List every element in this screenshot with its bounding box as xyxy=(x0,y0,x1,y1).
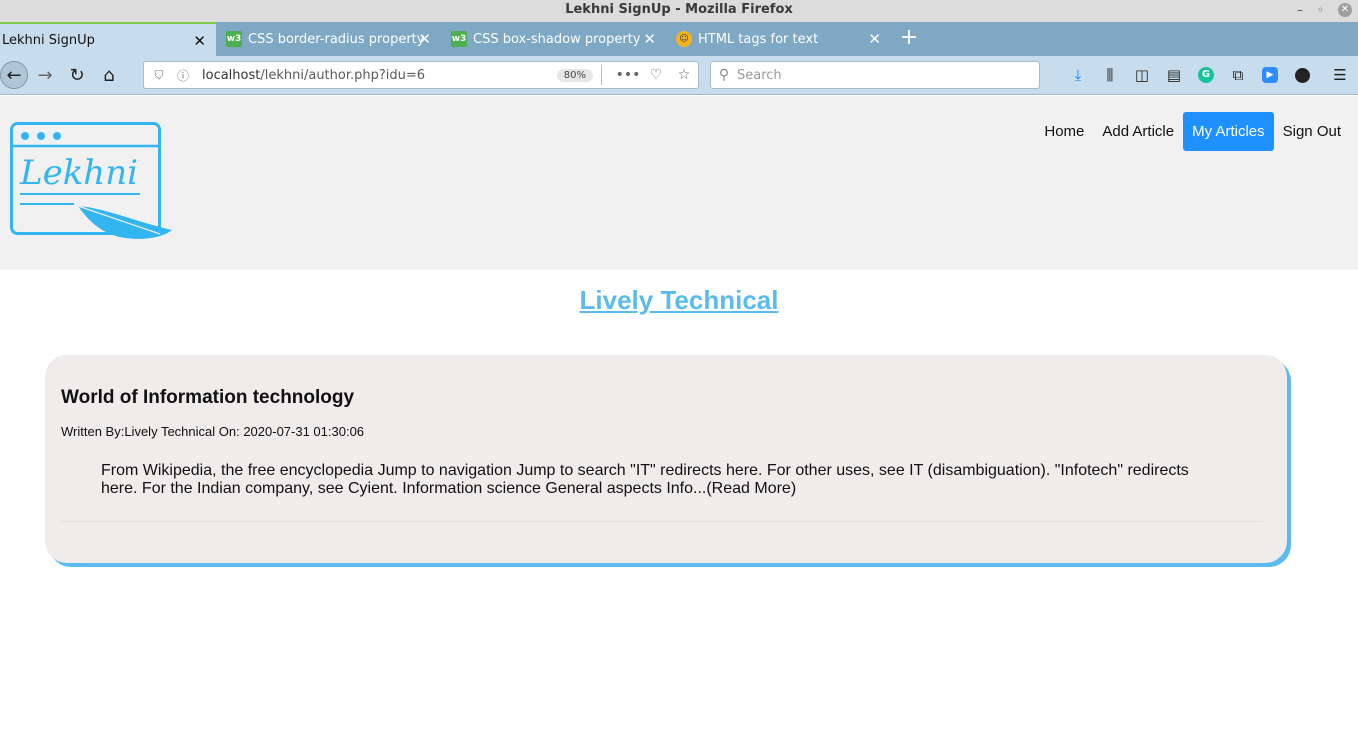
nav-home-link[interactable]: Home xyxy=(1035,112,1093,151)
tab-close-icon[interactable]: ✕ xyxy=(418,30,431,48)
nav-sign-out-link[interactable]: Sign Out xyxy=(1274,112,1350,151)
url-separator xyxy=(601,65,602,85)
tab-close-icon[interactable]: ✕ xyxy=(868,30,881,48)
home-icon: ⌂ xyxy=(103,64,115,86)
home-button[interactable]: ⌂ xyxy=(96,62,122,88)
site-info-icon[interactable]: ⓘ xyxy=(174,67,192,84)
article-divider xyxy=(61,521,1263,522)
url-bar[interactable]: ⛉ ⓘ localhost/lekhni/author.php?idu=6 80… xyxy=(143,61,699,89)
bookmark-star-icon[interactable]: ☆ xyxy=(670,67,698,83)
top-navigation: Home Add Article My Articles Sign Out xyxy=(1035,112,1350,151)
nav-my-articles-link[interactable]: My Articles xyxy=(1183,112,1274,151)
library-icon[interactable]: ⫼ xyxy=(1094,62,1126,88)
new-tab-button[interactable]: + xyxy=(898,22,920,56)
pocket-icon[interactable]: ♡ xyxy=(642,67,670,83)
author-heading: Lively Technical xyxy=(0,285,1358,316)
toolbar-icons: ⤓ ⫼ ◫ ▤ G ⧉ ▶ ☰ xyxy=(1062,62,1347,88)
grammarly-icon[interactable]: G xyxy=(1190,62,1222,88)
nav-add-article-link[interactable]: Add Article xyxy=(1093,112,1183,151)
reload-icon: ↻ xyxy=(69,64,85,86)
zoom-app-icon[interactable]: ▶ xyxy=(1254,62,1286,88)
author-name-link[interactable]: Lively Technical xyxy=(580,285,779,315)
account-icon[interactable] xyxy=(1286,62,1318,88)
tab-lekhni-signup[interactable]: Lekhni SignUp ✕ xyxy=(0,22,216,56)
tracking-shield-icon[interactable]: ⛉ xyxy=(150,68,168,83)
w3schools-favicon-icon: w3 xyxy=(226,31,242,47)
logo-wordmark: Lekhni xyxy=(19,153,138,193)
tab-label: HTML tags for text xyxy=(698,31,819,47)
face-favicon-icon: ☺ xyxy=(676,31,692,47)
article-card: World of Information technology Written … xyxy=(45,355,1287,563)
window-controls: – ◦ ✕ xyxy=(1297,0,1352,20)
url-host: localhost xyxy=(202,67,261,83)
tab-label: CSS box-shadow property xyxy=(473,31,641,47)
search-icon: ⚲ xyxy=(718,67,730,83)
tab-close-icon[interactable]: ✕ xyxy=(193,32,206,50)
tab-close-icon[interactable]: ✕ xyxy=(643,30,656,48)
tab-html-tags-for-text[interactable]: ☺ HTML tags for text ✕ xyxy=(667,22,891,56)
article-excerpt[interactable]: From Wikipedia, the free encyclopedia Ju… xyxy=(101,462,1211,498)
article-meta: Written By:Lively Technical On: 2020-07-… xyxy=(61,424,365,439)
minimize-button[interactable]: – xyxy=(1297,0,1303,20)
reload-button[interactable]: ↻ xyxy=(64,62,90,88)
window-title: Lekhni SignUp - Mozilla Firefox xyxy=(565,2,793,17)
maximize-button[interactable]: ◦ xyxy=(1317,0,1324,20)
notes-icon[interactable]: ▤ xyxy=(1158,62,1190,88)
tab-label: Lekhni SignUp xyxy=(2,32,95,48)
download-icon[interactable]: ⤓ xyxy=(1062,62,1094,88)
tab-label: CSS border-radius property xyxy=(248,31,425,47)
search-bar[interactable]: ⚲ Search xyxy=(710,61,1040,89)
w3schools-favicon-icon: w3 xyxy=(451,31,467,47)
arrow-left-icon: ← xyxy=(6,64,22,86)
logo-illustration-icon: Lekhni xyxy=(10,122,172,239)
article-title: World of Information technology xyxy=(61,387,355,408)
url-path: /lekhni/author.php?idu=6 xyxy=(260,67,426,83)
url-text[interactable]: localhost/lekhni/author.php?idu=6 xyxy=(202,68,557,83)
arrow-right-icon: → xyxy=(37,64,53,86)
search-placeholder: Search xyxy=(737,67,782,83)
hamburger-menu-icon[interactable]: ☰ xyxy=(1324,62,1356,88)
tab-strip: Lekhni SignUp ✕ w3 CSS border-radius pro… xyxy=(0,22,1358,56)
tab-css-box-shadow[interactable]: w3 CSS box-shadow property ✕ xyxy=(442,22,666,56)
lekhni-logo[interactable]: Lekhni xyxy=(10,122,175,244)
screenshot-icon[interactable]: ⧉ xyxy=(1222,62,1254,88)
sidebar-icon[interactable]: ◫ xyxy=(1126,62,1158,88)
tab-css-border-radius[interactable]: w3 CSS border-radius property ✕ xyxy=(217,22,441,56)
back-button[interactable]: ← xyxy=(0,61,28,89)
zoom-level-badge[interactable]: 80% xyxy=(556,68,593,82)
close-window-button[interactable]: ✕ xyxy=(1338,3,1352,17)
window-titlebar: Lekhni SignUp - Mozilla Firefox – ◦ ✕ xyxy=(0,0,1358,22)
nav-toolbar: ← → ↻ ⌂ ⛉ ⓘ localhost/lekhni/author.php?… xyxy=(0,56,1358,95)
site-header: Lekhni Home Add Article My Articles Sign… xyxy=(0,96,1358,270)
forward-button[interactable]: → xyxy=(32,62,58,88)
page-actions-icon[interactable]: ••• xyxy=(614,67,642,83)
